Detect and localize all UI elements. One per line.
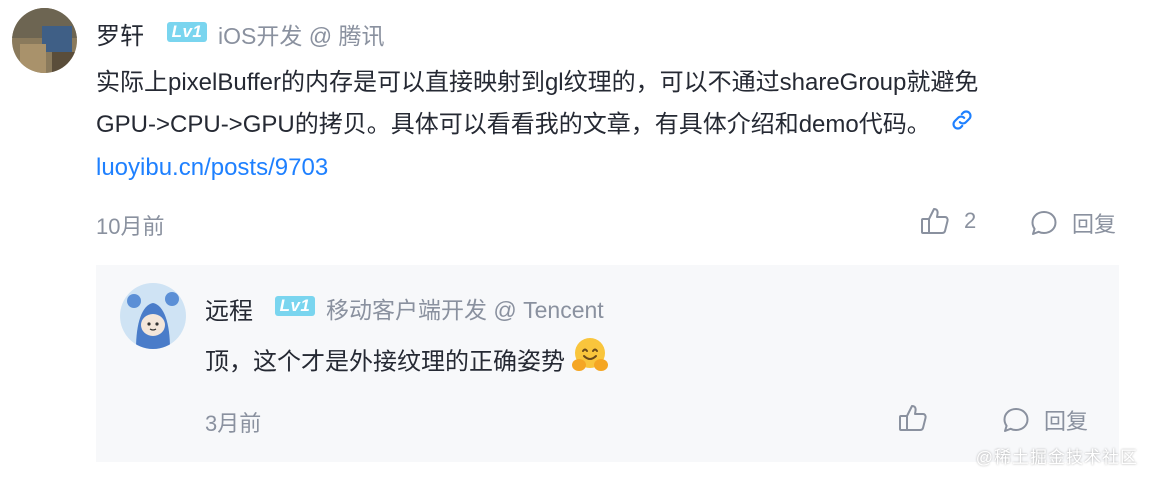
avatar-image <box>120 283 186 349</box>
post-link[interactable]: luoyibu.cn/posts/9703 <box>96 147 978 189</box>
reply-like-button[interactable] <box>898 404 928 432</box>
level-badge[interactable]: Lv1 <box>167 22 207 42</box>
author-name[interactable]: 罗轩 <box>96 16 144 51</box>
reply-time: 3月前 <box>205 411 262 436</box>
author-job: iOS开发 @ 腾讯 <box>218 23 385 49</box>
reply-author-job: 移动客户端开发 @ Tencent <box>326 297 604 323</box>
reply-avatar[interactable] <box>120 283 186 349</box>
avatar-image <box>12 8 77 73</box>
comment-line-2-text: GPU->CPU->GPU的拷贝。具体可以看看我的文章，有具体介绍和demo代码… <box>96 111 931 138</box>
comment-line-1: 实际上pixelBuffer的内存是可以直接映射到gl纹理的，可以不通过shar… <box>96 69 979 96</box>
avatar[interactable] <box>12 8 77 73</box>
thumbs-up-icon <box>921 208 949 234</box>
reply-content: 顶，这个才是外接纹理的正确姿势 <box>205 336 609 390</box>
reply-label: 回复 <box>1072 212 1117 237</box>
comment-content: 实际上pixelBuffer的内存是可以直接映射到gl纹理的，可以不通过shar… <box>96 62 978 189</box>
like-button[interactable]: 2 <box>920 207 976 235</box>
reply-author-name[interactable]: 远程 <box>205 291 253 326</box>
watermark: @稀土掘金技术社区 <box>975 448 1138 467</box>
comment-time: 10月前 <box>96 214 165 239</box>
link-icon[interactable] <box>949 105 975 147</box>
comment-line-2: GPU->CPU->GPU的拷贝。具体可以看看我的文章，有具体介绍和demo代码… <box>96 104 978 147</box>
reply-reply-button[interactable]: 回复 <box>1002 404 1088 436</box>
hugging-face-icon <box>571 336 609 390</box>
thumbs-up-icon <box>899 405 927 431</box>
reply-reply-label: 回复 <box>1044 409 1089 434</box>
like-count: 2 <box>964 208 977 233</box>
comment-icon <box>1003 408 1029 432</box>
reply-level-badge[interactable]: Lv1 <box>275 296 315 316</box>
reply-button[interactable]: 回复 <box>1030 207 1116 239</box>
comment-icon <box>1031 211 1057 235</box>
reply-text: 顶，这个才是外接纹理的正确姿势 <box>205 348 565 376</box>
